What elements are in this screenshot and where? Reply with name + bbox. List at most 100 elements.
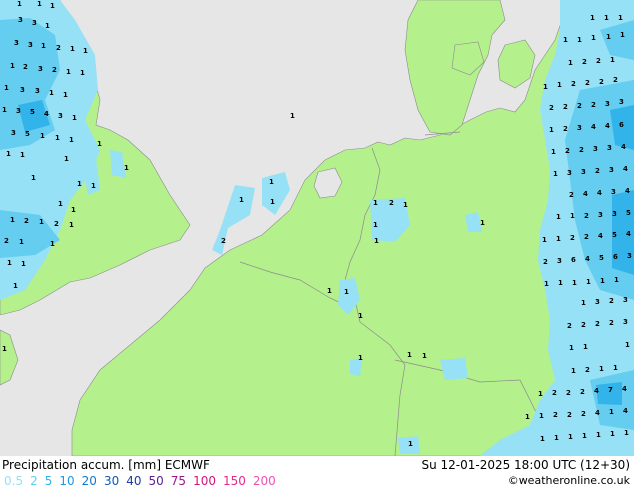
value-label: 2 <box>596 57 601 65</box>
legend-item: 100 <box>193 474 216 488</box>
value-label: 3 <box>28 41 33 49</box>
value-label: 3 <box>58 112 63 120</box>
value-label: 1 <box>50 2 55 10</box>
value-label: 2 <box>609 297 614 305</box>
value-label: 1 <box>17 0 22 8</box>
value-label: 1 <box>610 430 615 438</box>
value-label: 2 <box>585 79 590 87</box>
value-label: 2 <box>563 103 568 111</box>
value-label: 1 <box>69 221 74 229</box>
value-label: 2 <box>595 167 600 175</box>
legend-item: 20 <box>81 474 97 488</box>
value-label: 1 <box>71 206 76 214</box>
value-label: 1 <box>63 91 68 99</box>
value-label: 1 <box>554 434 559 442</box>
value-label: 1 <box>568 59 573 67</box>
value-label: 1 <box>21 260 26 268</box>
value-label: 2 <box>221 237 226 245</box>
value-label: 3 <box>581 168 586 176</box>
value-label: 4 <box>594 387 599 395</box>
value-label: 1 <box>625 341 630 349</box>
value-label: 3 <box>612 210 617 218</box>
value-label: 6 <box>613 253 618 261</box>
value-label: 1 <box>6 150 11 158</box>
value-label: 1 <box>77 180 82 188</box>
legend-item: 5 <box>44 474 53 488</box>
value-label: 1 <box>556 213 561 221</box>
legend-item: 40 <box>126 474 142 488</box>
value-label: 3 <box>35 87 40 95</box>
value-label: 2 <box>552 389 557 397</box>
value-label: 1 <box>19 238 24 246</box>
value-label: 1 <box>50 240 55 248</box>
value-label: 2 <box>595 320 600 328</box>
value-label: 2 <box>23 63 28 71</box>
value-label: 1 <box>609 408 614 416</box>
value-label: 2 <box>566 389 571 397</box>
value-label: 4 <box>623 407 628 415</box>
value-label: 1 <box>2 345 7 353</box>
value-label: 3 <box>11 129 16 137</box>
value-label: 1 <box>542 236 547 244</box>
value-label: 3 <box>593 145 598 153</box>
value-label: 2 <box>52 66 57 74</box>
value-label: 1 <box>591 34 596 42</box>
value-label: 1 <box>563 36 568 44</box>
value-label: 1 <box>72 114 77 122</box>
value-label: 3 <box>609 166 614 174</box>
value-label: 2 <box>553 411 558 419</box>
value-label: 1 <box>600 277 605 285</box>
legend-item: 0.5 <box>4 474 24 488</box>
value-label: 1 <box>571 367 576 375</box>
value-label: 1 <box>10 62 15 70</box>
value-label: 1 <box>568 433 573 441</box>
value-label: 1 <box>97 140 102 148</box>
value-label: 1 <box>539 412 544 420</box>
footer: Precipitation accum. [mm] ECMWF Su 12-01… <box>0 456 634 490</box>
value-label: 3 <box>38 65 43 73</box>
value-label: 4 <box>605 122 610 130</box>
value-label: 4 <box>583 190 588 198</box>
value-label: 5 <box>30 108 35 116</box>
value-label: 1 <box>373 221 378 229</box>
value-label: 1 <box>358 354 363 362</box>
value-label: 1 <box>58 200 63 208</box>
value-label: 2 <box>24 217 29 225</box>
value-label: 1 <box>239 196 244 204</box>
value-label: 3 <box>627 252 632 260</box>
value-label: 1 <box>55 134 60 142</box>
value-label: 3 <box>557 257 562 265</box>
value-label: 4 <box>597 189 602 197</box>
map-title: Precipitation accum. [mm] ECMWF <box>2 458 210 472</box>
value-label: 3 <box>598 211 603 219</box>
value-label: 1 <box>599 365 604 373</box>
value-label: 1 <box>403 201 408 209</box>
value-label: 1 <box>69 136 74 144</box>
value-label: 3 <box>567 169 572 177</box>
legend: 0.5 2 5 10 20 30 40 50 75 100 150 200 <box>4 474 283 488</box>
value-label: 3 <box>16 107 21 115</box>
value-label: 1 <box>83 47 88 55</box>
value-label: 3 <box>623 318 628 326</box>
value-label: 2 <box>577 102 582 110</box>
value-label: 1 <box>124 164 129 172</box>
value-label: 1 <box>556 235 561 243</box>
credit: ©weatheronline.co.uk <box>507 474 630 487</box>
value-label: 4 <box>598 232 603 240</box>
value-label: 1 <box>39 218 44 226</box>
value-label: 1 <box>551 148 556 156</box>
value-label: 1 <box>37 0 42 8</box>
value-label: 2 <box>580 388 585 396</box>
value-label: 6 <box>571 256 576 264</box>
value-label: 2 <box>585 366 590 374</box>
value-label: 1 <box>558 279 563 287</box>
value-label: 6 <box>619 121 624 129</box>
value-label: 1 <box>358 312 363 320</box>
value-label: 2 <box>584 212 589 220</box>
value-label: 1 <box>64 155 69 163</box>
legend-item: 150 <box>222 474 246 488</box>
value-label: 1 <box>620 31 625 39</box>
value-label: 3 <box>623 296 628 304</box>
value-label: 2 <box>579 146 584 154</box>
value-label: 3 <box>611 188 616 196</box>
